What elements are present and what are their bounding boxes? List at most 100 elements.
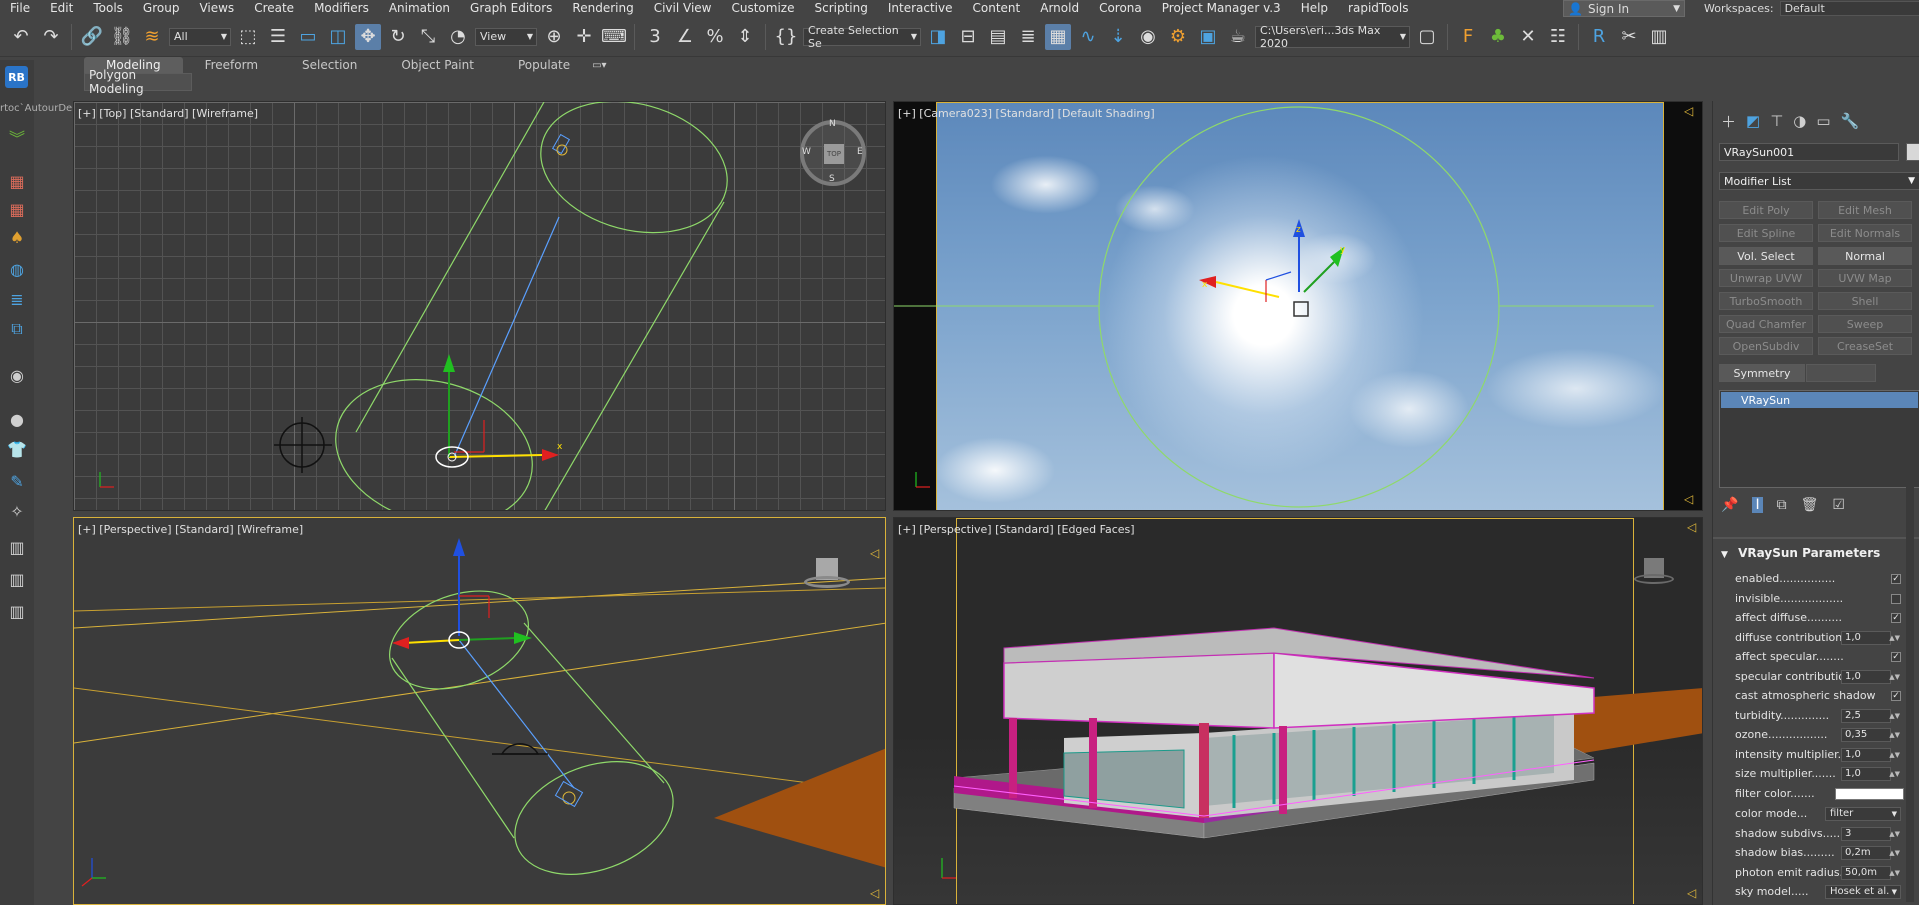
ozone-spinner[interactable]: 0,35 ▲▼ [1841,727,1900,742]
railclone-tree-icon[interactable]: ♣ [1485,24,1511,50]
tab-populate[interactable]: Populate [496,57,592,73]
sign-in-dropdown[interactable]: 👤 Sign In ▼ [1563,0,1685,17]
display-tab-icon[interactable]: ▭ [1816,112,1830,130]
viewcube-compass[interactable]: TOP N S E W [800,119,866,186]
utilities-tab-icon[interactable]: 🔧 [1841,112,1860,130]
ribbon-options-icon[interactable]: ▭▾ [592,60,606,71]
select-scale-icon[interactable]: ⤡ [415,24,441,50]
spinner-arrows-icon[interactable]: ▲▼ [1889,849,1900,857]
tools-cross-icon[interactable]: ✕ [1515,24,1541,50]
shirt-icon[interactable]: 👕 [6,438,28,460]
viewport-perspective-wireframe[interactable]: [+] [Perspective] [Standard] [Wireframe]… [73,517,886,905]
cast-atmospheric-shadows-checkbox[interactable]: ✓ [1891,690,1901,701]
menu-arnold[interactable]: Arnold [1030,0,1089,17]
select-move-icon[interactable]: ✥ [355,23,381,50]
tab-selection[interactable]: Selection [280,57,379,73]
menu-graph-editors[interactable]: Graph Editors [460,0,562,17]
pin-stack-icon[interactable]: 📌 [1721,497,1738,513]
ribbon-toggle-icon[interactable]: ▦ [1045,23,1071,50]
menu-edit[interactable]: Edit [40,0,83,17]
menu-animation[interactable]: Animation [379,0,460,17]
viewport-camera[interactable]: [+] [Camera023] [Standard] [Default Shad… [893,101,1703,511]
project-folder-icon[interactable]: ▢ [1414,24,1440,50]
vol-select-button[interactable]: Vol. Select [1719,247,1813,265]
viewcube-top-face[interactable]: TOP [824,144,844,164]
spinner-arrows-icon[interactable]: ▲▼ [1889,869,1900,877]
rb-badge[interactable]: RB [5,66,28,88]
edit-normals-button[interactable]: Edit Normals [1818,224,1912,242]
list-tool-icon[interactable]: ☷ [1545,24,1571,50]
rect-selection-icon[interactable]: ▭ [295,24,321,50]
filter-color-swatch[interactable] [1835,787,1904,800]
uvw-map-button[interactable]: UVW Map [1818,269,1912,287]
size-multiplier-spinner[interactable]: 1,0 ▲▼ [1841,766,1900,781]
magic-wand-icon[interactable]: ✧ [6,500,28,522]
scene-tool2-icon[interactable]: ▦ [6,198,28,220]
window-crossing-icon[interactable]: ◫ [325,24,351,50]
spinner-arrows-icon[interactable]: ▲▼ [1889,712,1900,720]
edit-spline-button[interactable]: Edit Spline [1719,224,1813,242]
shell-button[interactable]: Shell [1818,292,1912,310]
unlink-icon[interactable]: ⛓ [109,24,135,50]
render-production-icon[interactable]: ☕ [1225,24,1251,50]
sky-model-select[interactable]: Hosek et al. ▼ [1825,884,1901,899]
menu-group[interactable]: Group [133,0,190,17]
create-tab-icon[interactable]: ＋ [1721,111,1736,132]
bind-space-warp-icon[interactable]: ≋ [139,24,165,50]
place-icon[interactable]: ◔ [445,24,471,50]
menu-rapidtools[interactable]: rapidTools [1338,0,1418,17]
wp-icon[interactable]: ◍ [6,258,28,280]
modify-tab-icon[interactable]: ◩ [1746,112,1760,130]
connect-icon[interactable]: ✂ [1616,24,1642,50]
select-manipulate-icon[interactable]: ✛ [571,24,597,50]
sphere-icon[interactable]: ● [6,408,28,430]
menu-project-manager[interactable]: Project Manager v.3 [1152,0,1291,17]
viewport-label[interactable]: [+] [Camera023] [Standard] [Default Shad… [898,107,1155,120]
viewport-label[interactable]: [+] [Top] [Standard] [Wireframe] [78,107,258,120]
menu-interactive[interactable]: Interactive [878,0,963,17]
render-setup-icon[interactable]: ⚙ [1165,24,1191,50]
enabled-checkbox[interactable]: ✓ [1891,573,1901,584]
invisible-checkbox[interactable] [1891,593,1901,604]
modifier-stack[interactable]: VRaySun [1719,390,1919,488]
link-icon[interactable]: 🔗 [79,24,105,50]
mirror-icon[interactable]: ◨ [925,24,951,50]
project-path-select[interactable]: C:\Users\eri...3ds Max 2020 ▼ [1255,24,1410,50]
spinner-arrows-icon[interactable]: ▲▼ [1889,634,1900,642]
forest-pack-icon[interactable]: F [1455,24,1481,50]
sweep-button[interactable]: Sweep [1818,315,1912,333]
command-panel-scrollbar[interactable] [1906,446,1914,902]
shadow-bias-spinner[interactable]: 0,2m ▲▼ [1841,845,1900,860]
menu-views[interactable]: Views [189,0,244,17]
redo-icon[interactable]: ↷ [38,24,64,50]
quad-chamfer-button[interactable]: Quad Chamfer [1719,315,1813,333]
hierarchy-tab-icon[interactable]: ⊤ [1770,112,1783,130]
affect-specular-checkbox[interactable]: ✓ [1891,651,1901,662]
photon-emit-radius-spinner[interactable]: 50,0m ▲▼ [1841,865,1900,880]
object-color-swatch[interactable] [1906,143,1919,161]
spinner-arrows-icon[interactable]: ▲▼ [1889,751,1900,759]
undo-icon[interactable]: ↶ [8,24,34,50]
intensity-multiplier-spinner[interactable]: 1,0 ▲▼ [1841,747,1900,762]
pivot-center-icon[interactable]: ⊕ [541,24,567,50]
viewcube[interactable] [804,558,850,592]
align-icon[interactable]: ⊟ [955,24,981,50]
menu-rendering[interactable]: Rendering [562,0,643,17]
show-end-result-icon[interactable]: I [1752,497,1763,513]
spinner-arrows-icon[interactable]: ▲▼ [1889,673,1900,681]
tool-a-icon[interactable]: ▥ [6,536,28,558]
viewcube-ring[interactable] [1634,574,1674,584]
select-rotate-icon[interactable]: ↻ [385,24,411,50]
menu-create[interactable]: Create [244,0,304,17]
tool-c-icon[interactable]: ▥ [6,600,28,622]
curve-editor-icon[interactable]: ∿ [1075,24,1101,50]
spinner-arrows-icon[interactable]: ▲▼ [1889,770,1900,778]
normal-button[interactable]: Normal [1818,247,1912,265]
configure-sets-icon[interactable]: ☑ [1832,497,1845,513]
turbidity-spinner[interactable]: 2,5 ▲▼ [1841,708,1900,723]
viewport-label[interactable]: [+] [Perspective] [Standard] [Edged Face… [898,523,1135,536]
copy-icon[interactable]: ⧉ [6,318,28,340]
viewcube-ring[interactable] [804,576,850,588]
edit-named-selection-icon[interactable]: {} [773,24,799,50]
named-selection-set-select[interactable]: Create Selection Se ▼ [803,24,921,50]
